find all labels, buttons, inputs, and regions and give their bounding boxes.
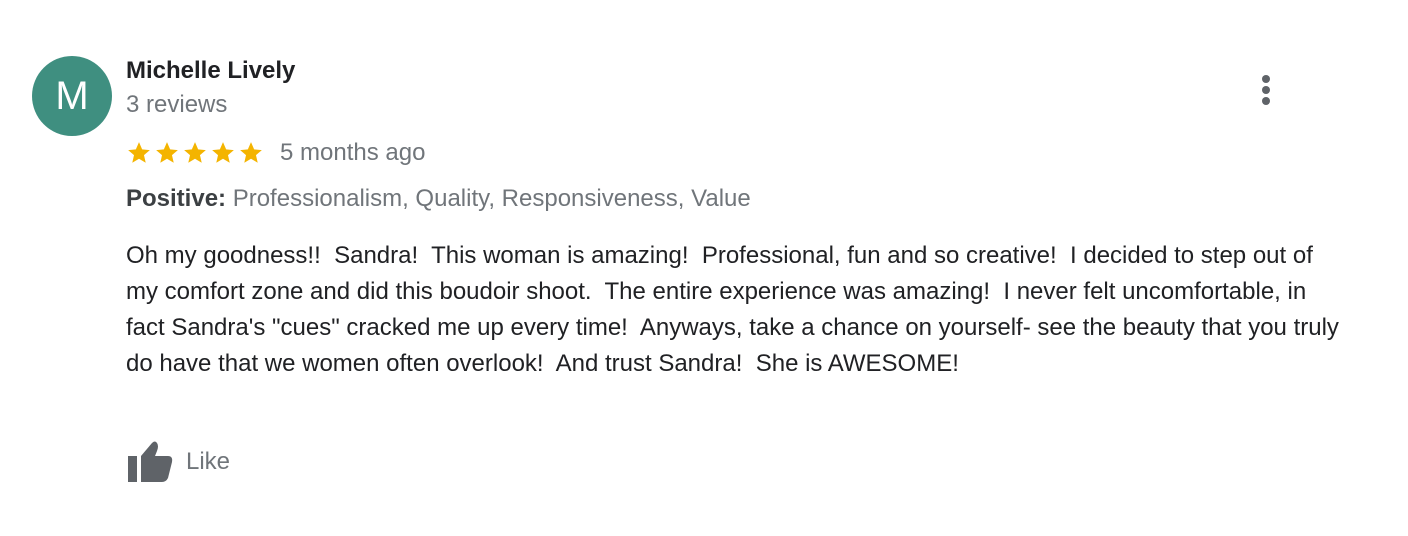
star-rating	[126, 140, 264, 166]
review-date: 5 months ago	[280, 139, 426, 166]
more-vert-icon-dot	[1262, 97, 1270, 105]
more-vert-icon-dot	[1262, 86, 1270, 94]
avatar[interactable]: M	[32, 56, 112, 136]
more-options-button[interactable]	[1248, 68, 1284, 108]
like-button[interactable]: Like	[126, 440, 230, 484]
star-icon	[184, 142, 206, 163]
review-attributes: Positive: Professionalism, Quality, Resp…	[126, 184, 751, 214]
rating-row: 5 months ago	[126, 138, 425, 168]
more-vert-icon	[1262, 75, 1270, 83]
reviewer-name[interactable]: Michelle Lively	[126, 56, 295, 86]
star-icon	[240, 142, 262, 163]
like-label: Like	[186, 448, 231, 475]
star-icon	[128, 142, 150, 163]
reviewer-review-count[interactable]: 3 reviews	[126, 90, 227, 120]
review-card: M Michelle Lively 3 reviews 5 months ago…	[0, 0, 1408, 536]
thumb-up-icon	[128, 441, 173, 482]
attributes-label: Positive:	[126, 185, 227, 212]
star-icon	[156, 142, 178, 163]
star-icon	[212, 142, 234, 163]
review-text: Oh my goodness!! Sandra! This woman is a…	[126, 242, 1346, 377]
attributes-value: Professionalism, Quality, Responsiveness…	[232, 185, 751, 212]
